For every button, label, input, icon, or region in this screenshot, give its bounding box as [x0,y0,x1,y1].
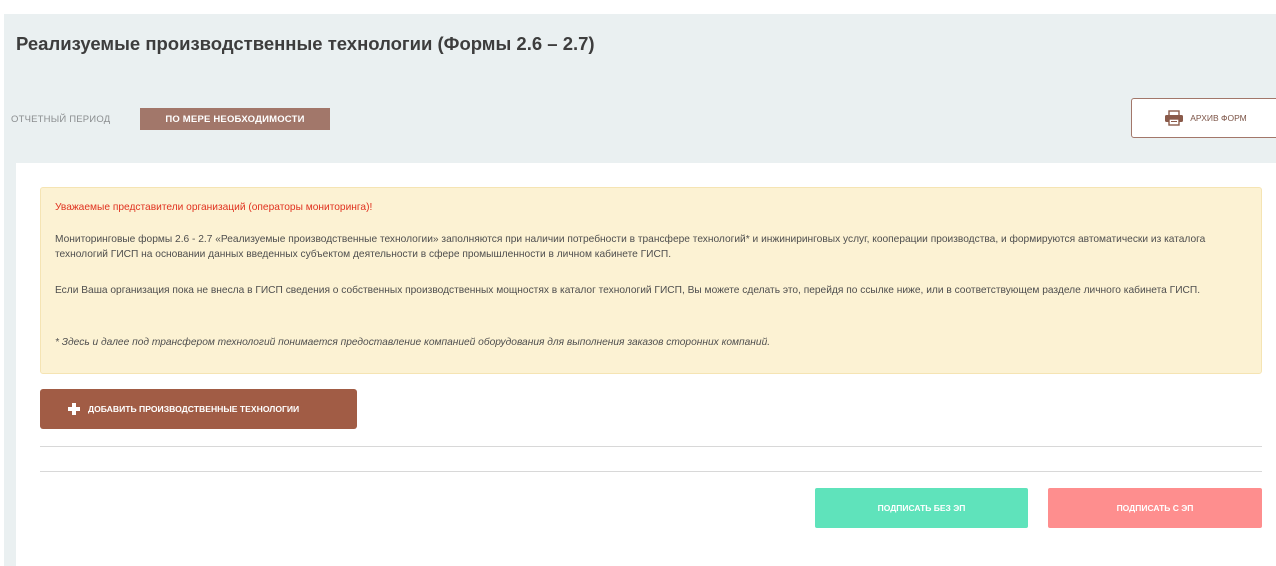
reporting-period-label: ОТЧЕТНЫЙ ПЕРИОД [11,114,111,125]
reporting-period-badge: ПО МЕРЕ НЕОБХОДИМОСТИ [140,108,330,130]
divider [40,446,1262,447]
archive-forms-button[interactable]: АРХИВ ФОРМ [1131,98,1276,138]
page-title: Реализуемые производственные технологии … [16,33,595,54]
notice-paragraph: Если Ваша организация пока не внесла в Г… [55,285,1201,296]
notice-greeting: Уважаемые представители организаций (опе… [55,202,373,213]
add-production-technologies-button[interactable]: ДОБАВИТЬ ПРОИЗВОДСТВЕННЫЕ ТЕХНОЛОГИИ [40,389,357,429]
divider [40,471,1262,472]
notice-paragraph: Мониторинговые формы 2.6 - 2.7 «Реализуе… [55,234,1206,260]
plus-icon [68,403,80,415]
add-button-label: ДОБАВИТЬ ПРОИЗВОДСТВЕННЫЕ ТЕХНОЛОГИИ [88,404,300,414]
sign-without-ep-button[interactable]: ПОДПИСАТЬ БЕЗ ЭП [815,488,1028,528]
printer-icon [1164,110,1184,126]
sign-with-ep-button[interactable]: ПОДПИСАТЬ С ЭП [1048,488,1262,528]
info-notice: Уважаемые представители организаций (опе… [40,187,1262,374]
page: Реализуемые производственные технологии … [0,0,1276,566]
notice-footnote: * Здесь и далее под трансфером технологи… [55,337,771,348]
archive-forms-label: АРХИВ ФОРМ [1190,113,1247,123]
